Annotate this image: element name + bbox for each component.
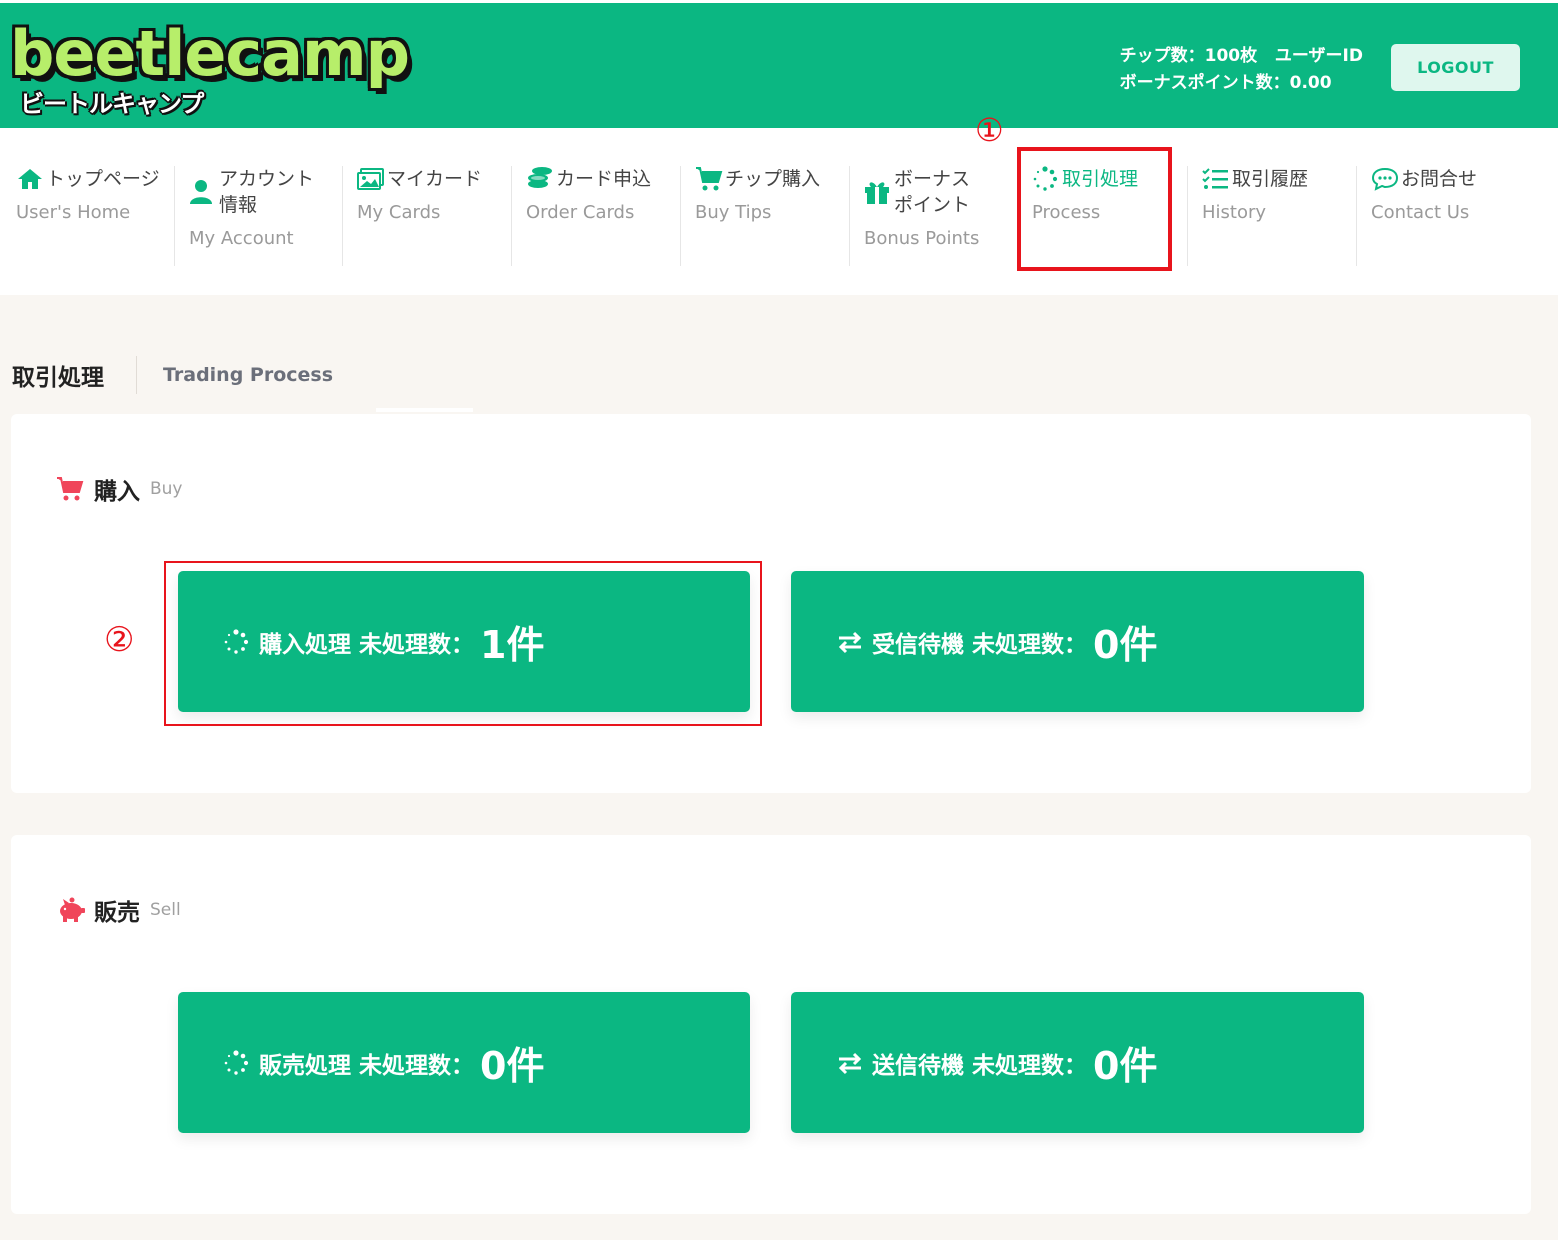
gift-icon bbox=[864, 166, 894, 218]
sell-section-title-en: Sell bbox=[150, 900, 181, 920]
nav-sublabel: Bonus Points bbox=[864, 228, 980, 249]
annotation-highlight-purchase bbox=[164, 561, 762, 726]
annotation-number-2: ② bbox=[104, 620, 135, 660]
image-icon bbox=[357, 166, 387, 192]
nav-label: チップ購入 bbox=[725, 168, 821, 190]
header: beetlecamp ビートルキャンプ チップ数：100枚 ユーザーID ボーナ… bbox=[0, 0, 1558, 128]
home-icon bbox=[16, 166, 46, 192]
coins-icon bbox=[526, 166, 556, 192]
nav-label: トップページ bbox=[46, 168, 160, 190]
logo-subtext: ビートルキャンプ bbox=[20, 90, 204, 118]
cart-icon bbox=[56, 475, 88, 503]
nav-item-my-cards[interactable]: マイカード My Cards bbox=[342, 166, 482, 266]
nav-sublabel: Buy Tips bbox=[695, 202, 772, 223]
logout-button[interactable]: LOGOUT bbox=[1391, 44, 1520, 91]
button-label: 送信待機 未処理数： bbox=[872, 1052, 1088, 1079]
nav-item-home[interactable]: トップページ User's Home bbox=[16, 166, 160, 266]
piggy-bank-icon bbox=[56, 896, 88, 924]
nav-label: お問合せ bbox=[1401, 168, 1478, 190]
nav-item-account[interactable]: アカウント 情報 My Account bbox=[174, 166, 314, 266]
nav-label: 取引履歴 bbox=[1232, 168, 1309, 190]
nav-item-order-cards[interactable]: カード申込 Order Cards bbox=[511, 166, 651, 266]
page-title-en: Trading Process bbox=[163, 364, 334, 386]
bonus-point-count: ボーナスポイント数：0.00 bbox=[1119, 73, 1332, 93]
annotation-number-1: ① bbox=[975, 111, 1004, 149]
button-label: 販売処理 未処理数： bbox=[259, 1052, 475, 1079]
exchange-icon bbox=[836, 1048, 868, 1078]
send-waiting-button[interactable]: 送信待機 未処理数： 0件 bbox=[791, 992, 1364, 1133]
buy-section-title: 購入 bbox=[94, 479, 140, 505]
user-icon bbox=[189, 166, 219, 218]
tab-underline bbox=[376, 408, 473, 412]
nav-item-buy-tips[interactable]: チップ購入 Buy Tips bbox=[680, 166, 820, 266]
exchange-icon bbox=[836, 627, 868, 657]
chat-icon bbox=[1371, 166, 1401, 192]
nav-sublabel: History bbox=[1202, 202, 1267, 223]
sell-section-title: 販売 bbox=[94, 900, 140, 926]
nav-label: マイカード bbox=[387, 168, 483, 190]
chip-count: チップ数：100枚 bbox=[1119, 46, 1258, 66]
nav-item-contact[interactable]: お問合せ Contact Us bbox=[1356, 166, 1477, 266]
logo-text: beetlecamp bbox=[10, 17, 410, 90]
pending-count: 0件 bbox=[1093, 1044, 1158, 1088]
title-divider bbox=[136, 356, 137, 394]
nav-label: アカウント 情報 bbox=[219, 168, 315, 216]
buy-section-header: 購入 Buy bbox=[56, 472, 183, 506]
buy-section-title-en: Buy bbox=[150, 479, 183, 499]
logo[interactable]: beetlecamp ビートルキャンプ bbox=[10, 19, 410, 124]
nav-sublabel: My Account bbox=[189, 228, 294, 249]
pending-count: 0件 bbox=[1093, 623, 1158, 667]
user-id-label: ユーザーID bbox=[1274, 46, 1363, 66]
button-label: 受信待機 未処理数： bbox=[872, 631, 1088, 658]
annotation-highlight-process bbox=[1017, 147, 1172, 271]
user-info: チップ数：100枚 ユーザーID ボーナスポイント数：0.00 bbox=[1120, 43, 1363, 97]
nav-sublabel: User's Home bbox=[16, 202, 131, 223]
nav-sublabel: Contact Us bbox=[1371, 202, 1470, 223]
main-nav: トップページ User's Home アカウント 情報 My Account マ… bbox=[0, 128, 1558, 295]
nav-label: ボーナス ポイント bbox=[894, 168, 971, 216]
cart-icon bbox=[695, 166, 725, 192]
nav-sublabel: My Cards bbox=[357, 202, 441, 223]
nav-item-history[interactable]: 取引履歴 History bbox=[1187, 166, 1308, 266]
nav-label: カード申込 bbox=[556, 168, 652, 190]
list-icon bbox=[1202, 166, 1232, 192]
user-line1: チップ数：100枚 ユーザーID bbox=[1120, 43, 1363, 70]
spinner-icon bbox=[223, 1048, 255, 1078]
page-title: 取引処理 bbox=[12, 365, 104, 391]
nav-item-bonus-points[interactable]: ボーナス ポイント Bonus Points bbox=[849, 166, 979, 266]
nav-sublabel: Order Cards bbox=[526, 202, 635, 223]
receive-waiting-button[interactable]: 受信待機 未処理数： 0件 bbox=[791, 571, 1364, 712]
pending-count: 0件 bbox=[480, 1044, 545, 1088]
sell-section-header: 販売 Sell bbox=[56, 893, 181, 927]
sales-process-button[interactable]: 販売処理 未処理数： 0件 bbox=[178, 992, 750, 1133]
